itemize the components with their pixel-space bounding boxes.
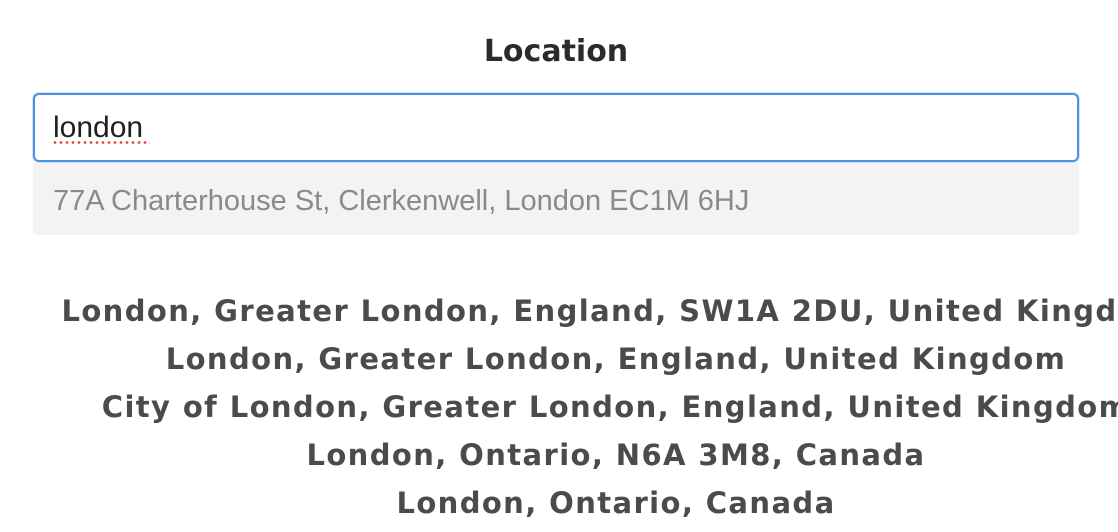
autocomplete-suggestion[interactable]: 77A Charterhouse St, Clerkenwell, London… [33,163,1079,235]
location-results-list: London, Greater London, England, SW1A 2D… [0,287,1118,527]
location-result-item[interactable]: London, Greater London, England, SW1A 2D… [0,287,1118,335]
location-result-item[interactable]: City of London, Greater London, England,… [0,383,1118,431]
location-result-item[interactable]: London, Ontario, N6A 3M8, Canada [0,431,1118,479]
location-result-item[interactable]: London, Ontario, Canada [0,479,1118,527]
location-search-input[interactable] [33,93,1079,162]
location-title: Location [483,34,629,69]
location-result-item[interactable]: London, Greater London, England, United … [0,335,1118,383]
